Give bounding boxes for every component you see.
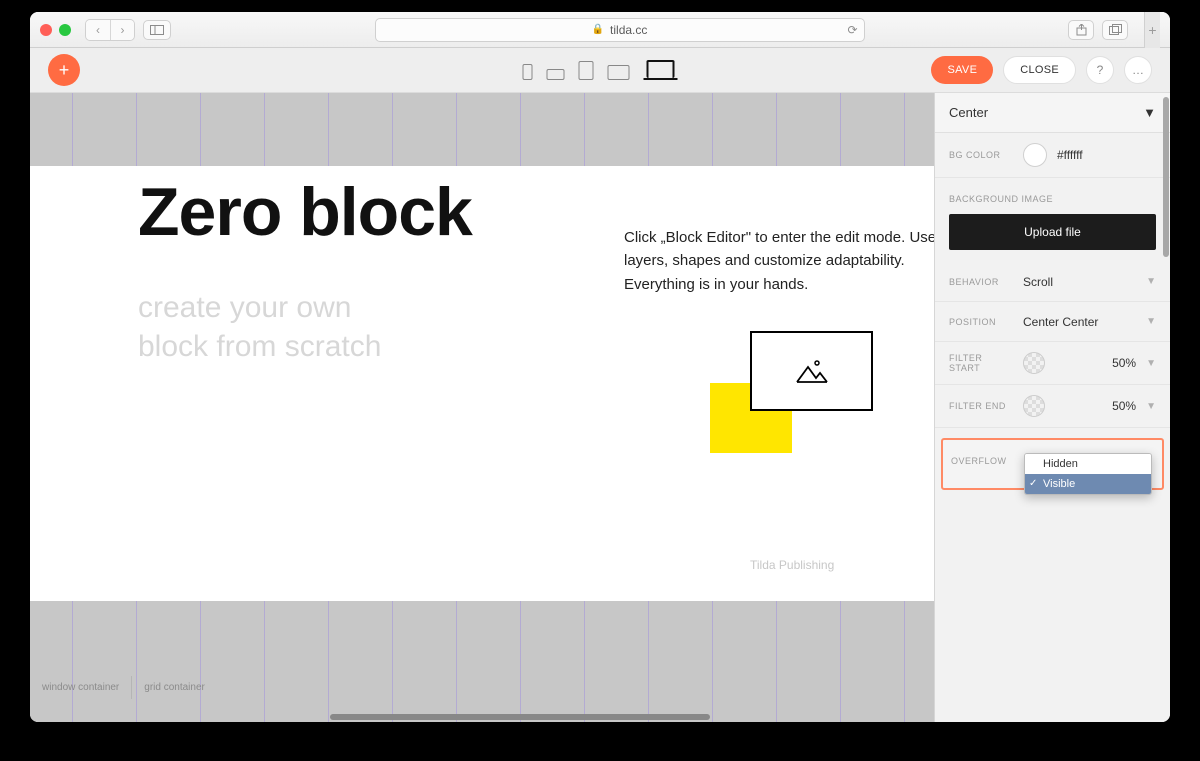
toolbar-actions: SAVE CLOSE ? … bbox=[931, 56, 1152, 84]
position-row[interactable]: POSITION Center Center ▼ bbox=[935, 302, 1170, 342]
device-preview-switcher bbox=[523, 60, 678, 80]
bgcolor-value: #ffffff bbox=[1057, 148, 1156, 162]
help-button[interactable]: ? bbox=[1086, 56, 1114, 84]
browser-chrome: ‹ › 🔒 tilda.cc ⟳ + bbox=[30, 12, 1170, 48]
subtitle-text[interactable]: create your own block from scratch bbox=[138, 288, 472, 366]
filter-end-value: 50% bbox=[1055, 399, 1136, 413]
reload-icon[interactable]: ⟳ bbox=[847, 23, 857, 37]
close-button[interactable]: CLOSE bbox=[1003, 56, 1076, 84]
content-group: Zero block create your own block from sc… bbox=[138, 178, 472, 613]
close-window-icon[interactable] bbox=[40, 24, 52, 36]
back-button[interactable]: ‹ bbox=[86, 20, 110, 40]
url-text: tilda.cc bbox=[610, 23, 647, 37]
more-button[interactable]: … bbox=[1124, 56, 1152, 84]
headline-text[interactable]: Zero block bbox=[138, 178, 472, 246]
bgcolor-row[interactable]: BG COLOR #ffffff bbox=[935, 133, 1170, 178]
lock-icon: 🔒 bbox=[592, 24, 604, 35]
bg-image-heading: BACKGROUND IMAGE bbox=[935, 178, 1170, 214]
window-container-label[interactable]: window container bbox=[30, 676, 132, 699]
chevron-down-icon: ▼ bbox=[1146, 276, 1156, 287]
description-text[interactable]: Click „Block Editor" to enter the edit m… bbox=[624, 226, 934, 296]
footer-labels: window container grid container bbox=[30, 672, 217, 702]
transparency-swatch-icon[interactable] bbox=[1023, 352, 1045, 374]
workspace: Zero block create your own block from sc… bbox=[30, 93, 1170, 722]
sidebar-toggle-icon[interactable] bbox=[143, 20, 171, 40]
traffic-lights bbox=[40, 24, 71, 36]
bgcolor-swatch[interactable] bbox=[1023, 143, 1047, 167]
forward-button[interactable]: › bbox=[110, 20, 134, 40]
device-tablet-landscape-icon[interactable] bbox=[608, 65, 630, 80]
grid-container-label[interactable]: grid container bbox=[132, 676, 217, 699]
align-value: Center bbox=[949, 105, 988, 120]
overflow-section: OVERFLOW Hidden Visible bbox=[941, 438, 1164, 490]
align-select[interactable]: Center ▼ bbox=[935, 93, 1170, 133]
chevron-down-icon: ▼ bbox=[1146, 401, 1156, 412]
overflow-dropdown[interactable]: Hidden Visible bbox=[1024, 453, 1152, 495]
add-element-button[interactable]: + bbox=[48, 54, 80, 86]
address-bar[interactable]: 🔒 tilda.cc ⟳ bbox=[375, 18, 865, 42]
position-value: Center Center bbox=[1023, 315, 1136, 329]
filter-start-value: 50% bbox=[1055, 356, 1136, 370]
horizontal-scrollbar[interactable] bbox=[330, 714, 710, 720]
chevron-down-icon: ▼ bbox=[1146, 316, 1156, 327]
overflow-option-hidden[interactable]: Hidden bbox=[1025, 454, 1151, 474]
behavior-value: Scroll bbox=[1023, 275, 1136, 289]
device-phone-landscape-icon[interactable] bbox=[547, 69, 565, 80]
tabs-icon[interactable] bbox=[1102, 20, 1128, 40]
save-button[interactable]: SAVE bbox=[931, 56, 993, 84]
device-tablet-icon[interactable] bbox=[579, 61, 594, 80]
image-icon bbox=[795, 358, 829, 384]
fullscreen-window-icon[interactable] bbox=[59, 24, 71, 36]
filter-end-label: FILTER END bbox=[949, 401, 1013, 411]
share-icon[interactable] bbox=[1068, 20, 1094, 40]
filter-start-label: FILTER START bbox=[949, 353, 1013, 373]
image-placeholder[interactable] bbox=[750, 331, 873, 411]
subtitle-line1: create your own bbox=[138, 291, 351, 324]
panel-scrollbar[interactable] bbox=[1163, 97, 1169, 257]
position-label: POSITION bbox=[949, 317, 1013, 327]
device-desktop-icon[interactable] bbox=[644, 60, 678, 80]
new-tab-button[interactable]: + bbox=[1144, 12, 1160, 48]
filter-end-row[interactable]: FILTER END 50% ▼ bbox=[935, 385, 1170, 428]
filter-start-row[interactable]: FILTER START 50% ▼ bbox=[935, 342, 1170, 385]
address-bar-wrap: 🔒 tilda.cc ⟳ bbox=[179, 18, 1060, 42]
browser-right-buttons bbox=[1068, 20, 1128, 40]
nav-buttons: ‹ › bbox=[85, 19, 135, 41]
browser-window: ‹ › 🔒 tilda.cc ⟳ + + bbox=[30, 12, 1170, 722]
device-phone-icon[interactable] bbox=[523, 64, 533, 80]
canvas[interactable]: Zero block create your own block from sc… bbox=[30, 93, 934, 722]
editor-toolbar: + SAVE CLOSE ? … bbox=[30, 48, 1170, 93]
behavior-label: BEHAVIOR bbox=[949, 277, 1013, 287]
upload-file-button[interactable]: Upload file bbox=[949, 214, 1156, 250]
subtitle-line2: block from scratch bbox=[138, 330, 381, 363]
chevron-down-icon: ▼ bbox=[1143, 105, 1156, 120]
properties-panel: Center ▼ BG COLOR #ffffff BACKGROUND IMA… bbox=[934, 93, 1170, 722]
transparency-swatch-icon[interactable] bbox=[1023, 395, 1045, 417]
bgcolor-label: BG COLOR bbox=[949, 150, 1013, 160]
overflow-option-visible[interactable]: Visible bbox=[1025, 474, 1151, 494]
chevron-down-icon: ▼ bbox=[1146, 358, 1156, 369]
credit-text[interactable]: Tilda Publishing bbox=[750, 558, 834, 572]
behavior-row[interactable]: BEHAVIOR Scroll ▼ bbox=[935, 262, 1170, 302]
